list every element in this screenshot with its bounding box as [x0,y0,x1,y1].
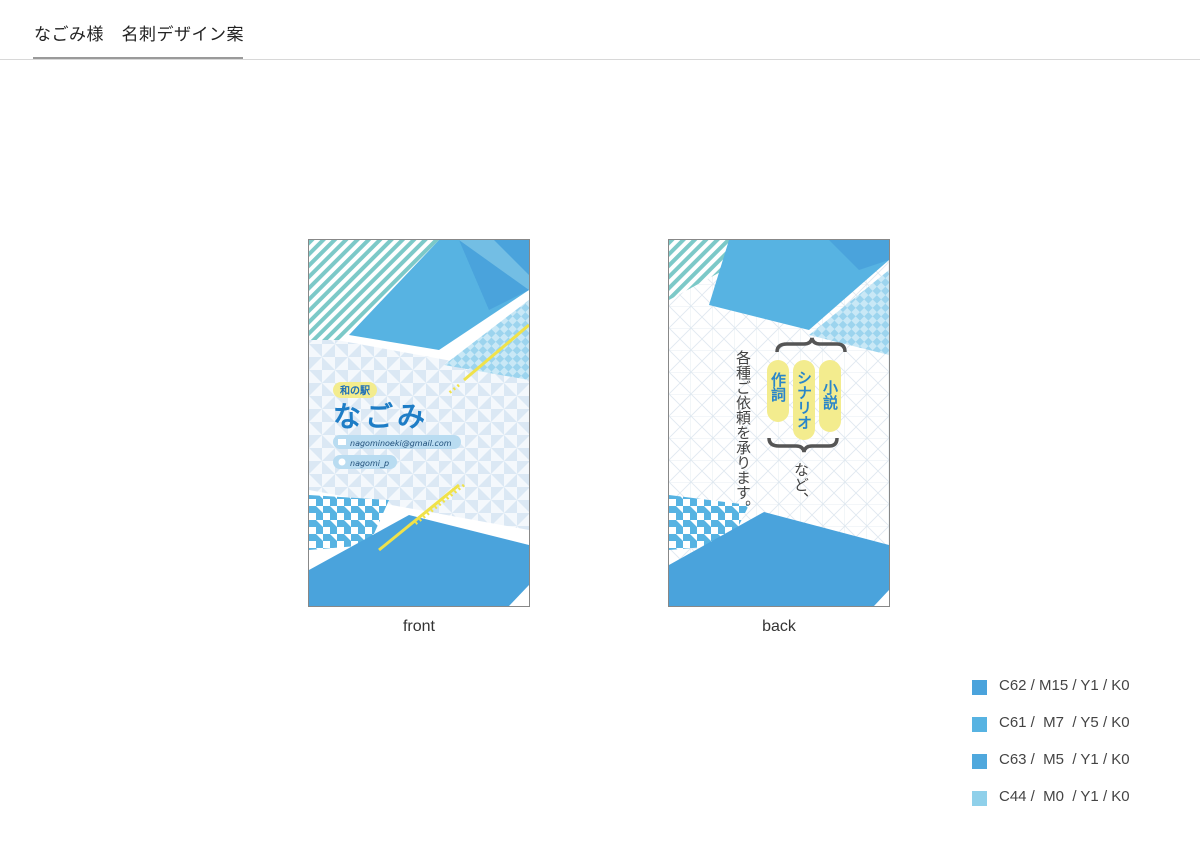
request-text: 各種ご依頼を承ります。 [734,350,752,515]
page-title: なごみ様 名刺デザイン案 [34,25,244,45]
twitter-handle: nagomi_p [350,459,389,468]
legend-item: C63 / M5 / Y1 / K0 [972,751,1130,788]
business-card-back: 小説 シナリオ 作詞 など、 各種ご依頼を承ります。 [668,239,890,607]
email-text: nagominoeki@gmail.com [350,439,452,448]
legend-item: C61 / M7 / Y5 / K0 [972,714,1130,751]
legend-item: C62 / M15 / Y1 / K0 [972,677,1130,714]
front-caption: front [402,618,435,635]
legend-label: C63 / M5 / Y1 / K0 [999,751,1130,768]
front-card-artwork: 和の駅 なごみ nagominoeki@gmail.com nagomi_p [309,240,529,606]
person-name: なごみ [333,400,429,433]
twitter-icon [338,458,346,466]
business-card-front: 和の駅 なごみ nagominoeki@gmail.com nagomi_p [308,239,530,607]
genre-scenario: シナリオ [795,370,813,430]
color-swatch [972,717,987,732]
genre-suffix: など、 [792,462,810,507]
legend-label: C61 / M7 / Y5 / K0 [999,714,1130,731]
color-legend: C62 / M15 / Y1 / K0 C61 / M7 / Y5 / K0 C… [972,677,1130,825]
brand-badge: 和の駅 [339,384,371,397]
header-divider [0,59,1200,60]
back-caption: back [762,618,796,635]
legend-label: C62 / M15 / Y1 / K0 [999,677,1130,694]
mail-icon [338,439,346,445]
genre-novel: 小説 [821,380,839,411]
genre-lyrics: 作詞 [769,371,787,403]
legend-item: C44 / M0 / Y1 / K0 [972,788,1130,825]
color-swatch [972,754,987,769]
color-swatch [972,791,987,806]
color-swatch [972,680,987,695]
legend-label: C44 / M0 / Y1 / K0 [999,788,1130,805]
back-card-artwork: 小説 シナリオ 作詞 など、 各種ご依頼を承ります。 [669,240,889,606]
